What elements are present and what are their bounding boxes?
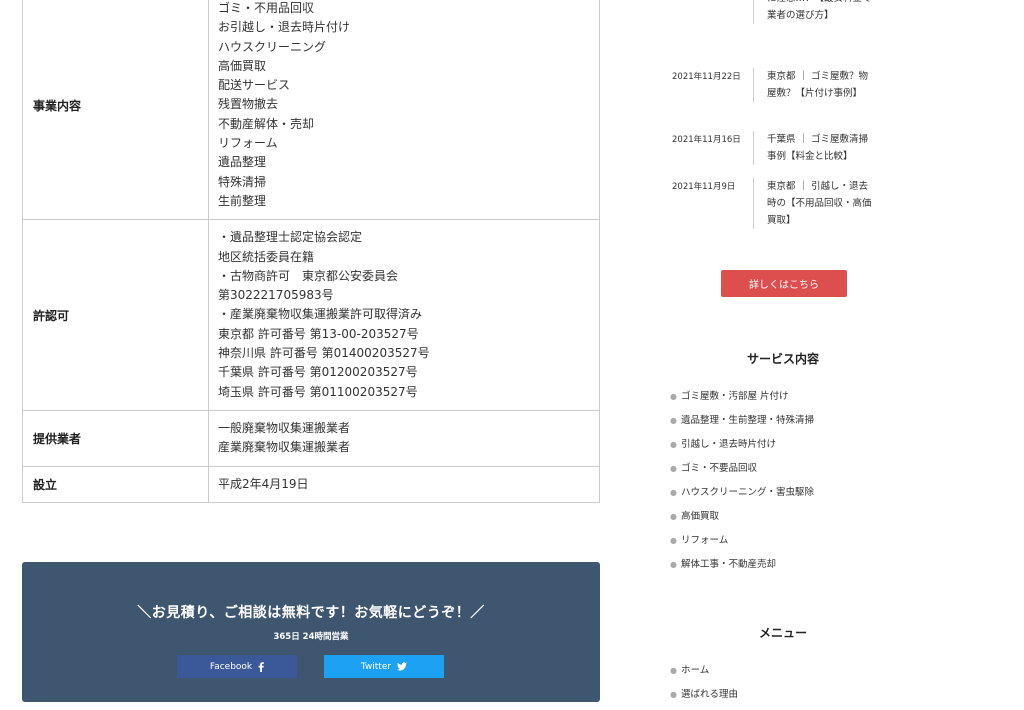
table-row-established: 設立 平成2年4月19日 [22,465,600,503]
news-date: 2021年11月16日 [672,135,741,145]
license-line: 東京都 許可番号 第13-00-203527号 [218,326,419,341]
service-link-label: 遺品整理・生前整理・特殊清掃 [680,415,814,426]
row-label: 事業内容 [22,0,209,221]
bullet-dot-icon: ● [670,512,677,521]
row-label: 許認可 [22,219,209,411]
provider-line: 産業廃棄物収集運搬業者 [218,440,351,455]
news-title[interactable]: トラブル多発。悪徳業者に注意…！【最安料金で業者の選び方】 [753,0,875,24]
service-link[interactable]: ● 引越し・退去時片付け [670,436,814,460]
bullet-dot-icon: ● [670,560,677,569]
business-item: 不動産解体・売却 [218,116,315,131]
license-line: 第302221705983号 [218,288,334,303]
services-list: ● ゴミ屋敷・汚部屋 片付け ● 遺品整理・生前整理・特殊清掃 ● 引越し・退去時片付… [670,388,814,580]
service-link-label: 引越し・退去時片付け [680,439,776,450]
bullet-dot-icon: ● [670,416,677,425]
business-item: 遺品整理 [218,155,267,170]
services-heading: サービス内容 [746,352,819,366]
facebook-button[interactable]: Facebook [177,655,297,678]
service-link[interactable]: ● 遺品整理・生前整理・特殊清掃 [670,412,814,436]
business-content-cell: ゴミ・不用品回収 お引越し・退去時片付け ハウスクリーニング 高価買取 配送サー… [208,0,600,221]
menu-list: ● ホーム ● 選ばれる理由 [670,662,738,710]
contact-cta-box: ＼お見積り、ご相談は無料です！お気軽にどうぞ！／ 365日 24時間営業 Fac… [22,562,600,702]
twitter-bird-icon [397,662,408,671]
row-label: 提供業者 [22,409,209,467]
service-link-label: 解体工事・不動産売却 [680,559,776,570]
licenses-cell: ・遺品整理士認定協会認定 地区統括委員在籍 ・古物商許可 東京都公安委員会 第3… [208,219,600,411]
service-link[interactable]: ● ハウスクリーニング・害虫駆除 [670,484,814,508]
license-line: ・産業廃棄物収集運搬業許可取得済み [218,307,423,322]
menu-link-label: 選ばれる理由 [680,689,738,700]
menu-link-label: ホーム [680,665,710,676]
bullet-dot-icon: ● [670,666,677,675]
business-item: お引越し・退去時片付け [218,20,351,35]
license-line: 千葉県 許可番号 第01200203527号 [218,365,418,380]
provider-line: 一般廃棄物収集運搬業者 [218,420,351,435]
news-title[interactable]: 東京都 ｜ 引越し・退去時の【不用品回収・高価買取】 [753,178,875,229]
cta-title: ＼お見積り、ご相談は無料です！お気軽にどうぞ！／ [137,605,485,621]
license-line: ・古物商許可 東京都公安委員会 [218,268,399,283]
bullet-dot-icon: ● [670,690,677,699]
business-item: 配送サービス [218,78,291,93]
bullet-dot-icon: ● [670,440,677,449]
bullet-dot-icon: ● [670,488,677,497]
menu-heading: メニュー [758,626,807,640]
news-date: 2021年11月22日 [672,72,741,82]
service-link-label: ゴミ屋敷・汚部屋 片付け [680,391,789,402]
service-link-label: 高価買取 [680,511,719,522]
service-link[interactable]: ● 解体工事・不動産売却 [670,556,814,580]
service-link[interactable]: ● 高価買取 [670,508,814,532]
service-link[interactable]: ● ゴミ・不要品回収 [670,460,814,484]
established-date: 平成2年4月19日 [218,476,309,491]
table-row-licenses: 許認可 ・遺品整理士認定協会認定 地区統括委員在籍 ・古物商許可 東京都公安委員… [22,219,600,411]
company-info-table: 事業内容 ゴミ・不用品回収 お引越し・退去時片付け ハウスクリーニング 高価買取… [22,0,600,503]
service-link-label: リフォーム [680,535,729,546]
providers-cell: 一般廃棄物収集運搬業者 産業廃棄物収集運搬業者 [208,409,600,467]
row-label: 設立 [22,465,209,503]
business-item: 生前整理 [218,193,267,208]
license-line: 地区統括委員在籍 [218,249,315,264]
facebook-label: Facebook [209,661,253,672]
table-row-business: 事業内容 ゴミ・不用品回収 お引越し・退去時片付け ハウスクリーニング 高価買取… [22,0,600,221]
menu-link[interactable]: ● ホーム [670,662,738,686]
business-item: ゴミ・不用品回収 [218,1,315,15]
news-title[interactable]: 千葉県 ｜ ゴミ屋敷清掃事例【料金と比較】 [753,131,875,165]
service-link-label: ゴミ・不要品回収 [680,463,757,474]
business-item: 残置物撤去 [218,97,279,112]
bullet-dot-icon: ● [670,392,677,401]
license-line: 埼玉県 許可番号 第01100203527号 [218,384,418,399]
table-row-providers: 提供業者 一般廃棄物収集運搬業者 産業廃棄物収集運搬業者 [22,409,600,467]
business-item: 高価買取 [218,58,267,73]
twitter-label: Twitter [360,661,392,672]
service-link[interactable]: ● リフォーム [670,532,814,556]
bullet-dot-icon: ● [670,536,677,545]
business-item: リフォーム [218,136,278,151]
more-details-button[interactable]: 詳しくはこちら [721,270,847,297]
news-title[interactable]: 東京都 ｜ ゴミ屋敷？物屋敷？【片付け事例】 [753,68,875,102]
bullet-dot-icon: ● [670,464,677,473]
facebook-icon [258,661,264,672]
cta-subtitle: 365日 24時間営業 [273,632,349,642]
established-cell: 平成2年4月19日 [208,465,600,503]
news-date: 2021年11月9日 [672,182,736,192]
license-line: 神奈川県 許可番号 第01400203527号 [218,346,430,361]
license-line: ・遺品整理士認定協会認定 [218,230,363,245]
service-link[interactable]: ● ゴミ屋敷・汚部屋 片付け [670,388,814,412]
business-item: 特殊清掃 [218,174,267,189]
business-item: ハウスクリーニング [218,39,327,54]
service-link-label: ハウスクリーニング・害虫駆除 [680,487,814,498]
twitter-button[interactable]: Twitter [324,655,444,678]
